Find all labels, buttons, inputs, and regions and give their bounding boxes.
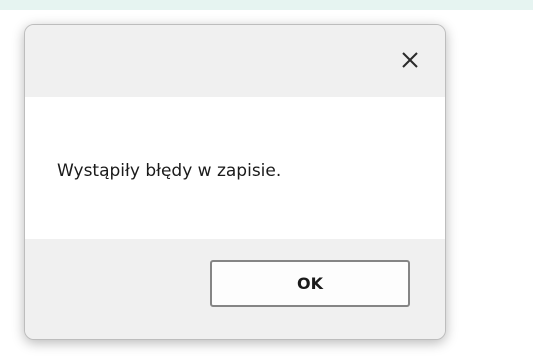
close-button[interactable] — [393, 43, 427, 77]
dialog-footer: OK — [25, 239, 445, 339]
error-dialog: Wystąpiły błędy w zapisie. OK — [24, 24, 446, 340]
ok-button[interactable]: OK — [210, 260, 410, 307]
close-icon — [402, 52, 418, 68]
error-message: Wystąpiły błędy w zapisie. — [57, 161, 282, 181]
desktop: Wystąpiły błędy w zapisie. OK — [0, 0, 533, 356]
dialog-titlebar — [25, 25, 445, 97]
background-window-strip — [0, 0, 533, 10]
dialog-content: Wystąpiły błędy w zapisie. — [25, 97, 445, 239]
